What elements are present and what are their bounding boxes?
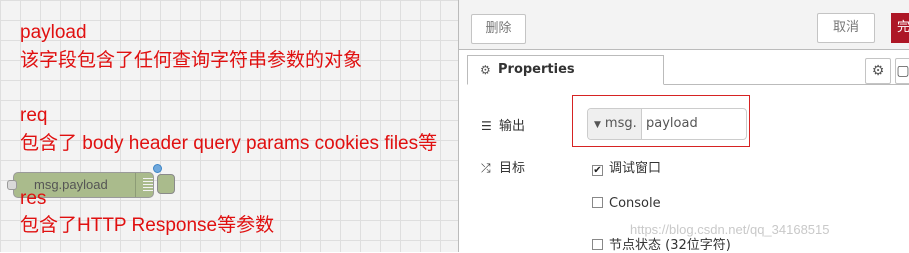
output-row-label: ☰ 输出 — [481, 115, 525, 134]
gear-icon: ⚙ — [480, 63, 491, 77]
frame-icon[interactable]: ▢ — [895, 58, 909, 84]
node-changed-indicator — [153, 164, 162, 173]
annotation-res-title: res — [20, 188, 47, 209]
list-icon: ☰ — [481, 119, 492, 133]
panel-toolbar: 删除 取消 完 — [459, 0, 909, 50]
node-toggle-button[interactable] — [157, 174, 175, 194]
output-value[interactable]: payload — [646, 109, 698, 139]
done-button[interactable]: 完 — [891, 13, 909, 43]
tab-properties[interactable]: ⚙ Properties — [467, 55, 664, 85]
target-row-label: ⤮ 目标 — [481, 157, 525, 176]
annotation-payload-title: payload — [20, 22, 87, 43]
tab-divider — [664, 84, 909, 85]
debug-window-checkbox[interactable]: ✔ — [592, 165, 603, 176]
target-label: 目标 — [499, 161, 526, 176]
node-status-checkbox[interactable] — [592, 239, 603, 250]
debug-window-label: 调试窗口 — [609, 161, 662, 176]
node-status-label: 节点状态 (32位字符) — [609, 238, 731, 253]
cancel-button[interactable]: 取消 — [817, 13, 875, 43]
check-icon: ✔ — [593, 165, 602, 176]
watermark: https://blog.csdn.net/qq_34168515 — [630, 222, 830, 237]
edit-panel: 删除 取消 完 ⚙ Properties ⚙ ▢ ☰ 输出 ⤮ 目标 ▼ msg. p… — [458, 0, 909, 253]
flow-canvas[interactable]: payload 该字段包含了任何查询字符串参数的对象 req 包含了 body … — [0, 0, 458, 252]
console-label: Console — [609, 196, 661, 211]
output-label: 输出 — [499, 119, 526, 134]
settings-gear-icon[interactable]: ⚙ — [865, 58, 891, 84]
delete-button[interactable]: 删除 — [471, 14, 526, 44]
output-typed-input[interactable]: ▼ msg. payload — [587, 108, 747, 140]
console-checkbox[interactable] — [592, 197, 603, 208]
node-divider — [135, 173, 136, 197]
shuffle-icon: ⤮ — [481, 161, 491, 175]
output-type-select[interactable]: ▼ msg. — [588, 109, 642, 139]
annotation-res-desc: 包含了HTTP Response等参数 — [20, 215, 275, 236]
annotation-req-title: req — [20, 105, 48, 126]
annotation-payload-desc: 该字段包含了任何查询字符串参数的对象 — [20, 50, 363, 71]
debug-window-option[interactable]: ✔ 调试窗口 — [592, 157, 661, 176]
output-type-label: msg. — [604, 116, 637, 131]
node-input-port[interactable] — [7, 180, 17, 190]
console-option[interactable]: Console — [592, 196, 661, 211]
tab-label: Properties — [498, 62, 575, 77]
list-icon — [143, 178, 153, 192]
caret-down-icon: ▼ — [594, 120, 601, 130]
annotation-req-desc: 包含了 body header query params cookies fil… — [20, 133, 438, 154]
